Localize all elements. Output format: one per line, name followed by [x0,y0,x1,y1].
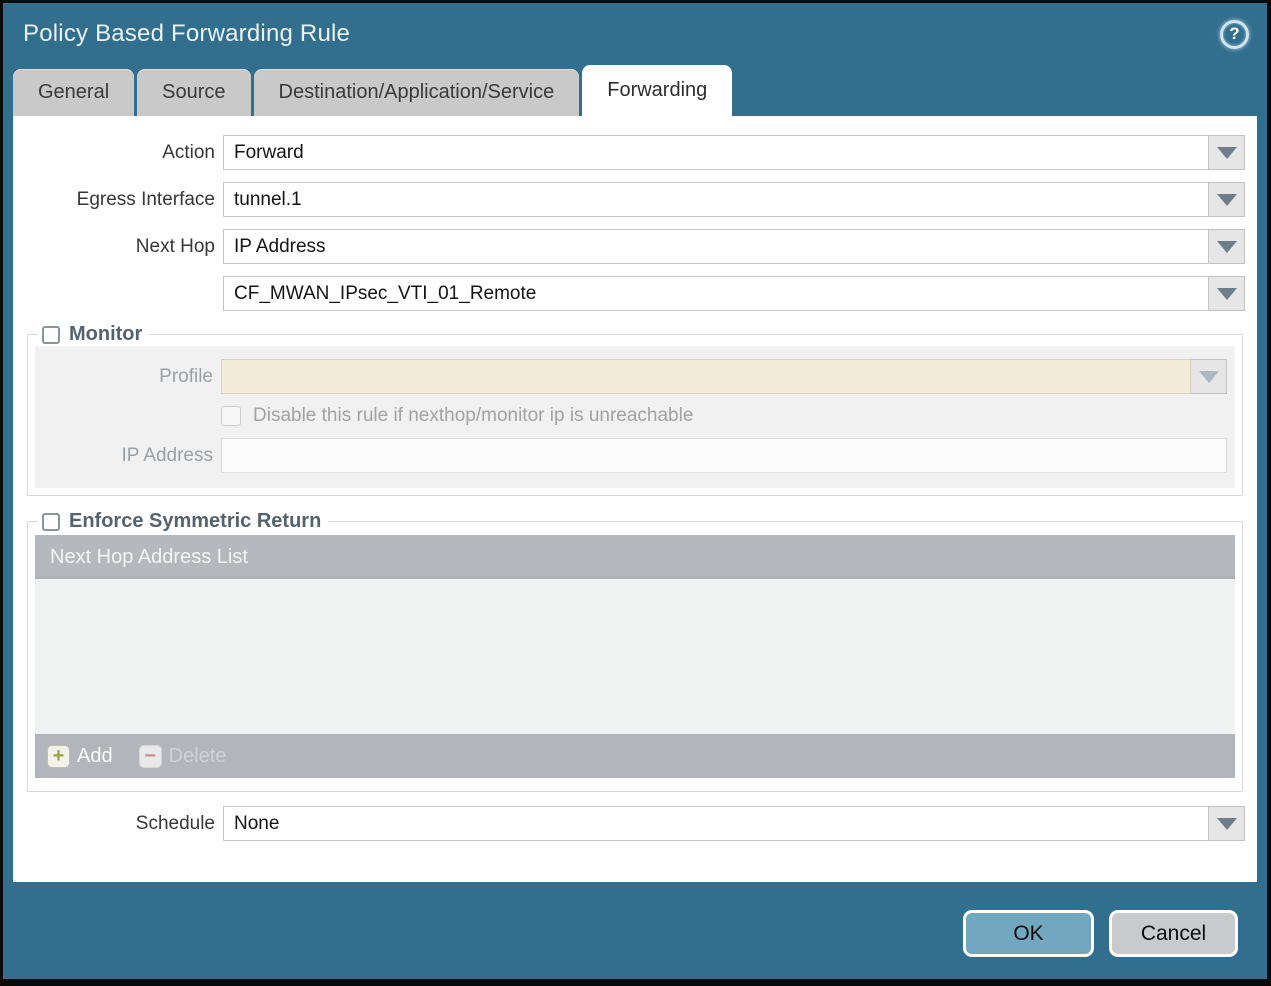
delete-button: − Delete [138,744,227,768]
cancel-button[interactable]: Cancel [1109,910,1238,957]
tab-destination-application-service[interactable]: Destination/Application/Service [253,69,580,116]
chevron-down-icon [1216,193,1237,206]
chevron-down-icon [1216,817,1237,830]
tab-source[interactable]: Source [137,69,251,116]
delete-button-label: Delete [168,744,227,767]
symmetric-return-checkbox[interactable] [42,512,60,531]
dialog-action-buttons: OK Cancel [963,910,1238,957]
monitor-legend: Monitor [38,323,149,346]
chevron-down-icon [1216,240,1237,253]
pbf-rule-dialog: Policy Based Forwarding Rule ? General S… [0,0,1271,986]
table-body-empty[interactable] [35,579,1235,734]
next-hop-address-input[interactable] [223,276,1209,311]
dialog-frame: Policy Based Forwarding Rule ? General S… [3,3,1267,979]
tab-general-label: General [38,81,110,103]
monitor-checkbox[interactable] [42,325,60,344]
next-hop-address-field [223,276,1245,311]
chevron-down-icon [1216,146,1237,159]
add-button[interactable]: + Add [47,744,113,768]
monitor-ip-address-label: IP Address [121,444,213,466]
title-bar: Policy Based Forwarding Rule ? [3,3,1267,65]
profile-dropdown-button [1191,359,1227,394]
next-hop-address-dropdown-button[interactable] [1209,276,1245,311]
tab-forwarding-label: Forwarding [607,79,708,101]
next-hop-field [223,229,1245,264]
tab-content-forwarding: Action Egress Interface Ne [13,116,1257,882]
action-row: Action [25,135,1245,170]
table-header-label: Next Hop Address List [50,545,248,568]
schedule-row: Schedule [25,806,1245,841]
profile-label: Profile [159,365,213,387]
monitor-ip-address-field [221,438,1227,473]
symmetric-return-legend: Enforce Symmetric Return [38,510,328,533]
next-hop-row: Next Hop [25,229,1245,264]
disable-rule-row: Disable this rule if nexthop/monitor ip … [221,405,1235,427]
monitor-ip-address-input [221,438,1227,473]
tab-das-label: Destination/Application/Service [278,81,555,103]
table-footer: + Add − Delete [35,734,1235,778]
tab-forwarding[interactable]: Forwarding [582,65,733,116]
ok-button[interactable]: OK [963,910,1094,957]
schedule-label: Schedule [135,812,215,834]
egress-interface-label: Egress Interface [76,188,215,210]
help-icon[interactable]: ? [1220,19,1249,49]
action-field [223,135,1245,170]
minus-icon: − [138,744,162,768]
tab-source-label: Source [162,81,226,103]
monitor-ip-address-row: IP Address [35,438,1235,473]
egress-interface-field [223,182,1245,217]
egress-interface-row: Egress Interface [25,182,1245,217]
next-hop-address-list-table: Next Hop Address List + Add − Delete [35,535,1235,778]
next-hop-type-input[interactable] [223,229,1209,264]
table-header: Next Hop Address List [35,535,1235,579]
next-hop-label: Next Hop [135,235,215,257]
tab-general[interactable]: General [13,69,135,116]
monitor-group: Monitor Profile Disable this rule if nex… [27,323,1243,496]
monitor-panel: Profile Disable this rule if nexthop/mon… [35,346,1235,488]
schedule-input[interactable] [223,806,1209,841]
next-hop-address-row [25,276,1245,311]
action-input[interactable] [223,135,1209,170]
disable-rule-checkbox [221,406,241,426]
symmetric-return-group: Enforce Symmetric Return Next Hop Addres… [27,510,1243,792]
action-dropdown-button[interactable] [1209,135,1245,170]
action-label: Action [162,141,215,163]
symmetric-return-group-title: Enforce Symmetric Return [69,510,322,532]
page-title: Policy Based Forwarding Rule [23,20,351,47]
disable-rule-label: Disable this rule if nexthop/monitor ip … [253,405,694,426]
profile-row: Profile [35,359,1235,394]
schedule-field [223,806,1245,841]
add-button-label: Add [77,744,113,767]
schedule-dropdown-button[interactable] [1209,806,1245,841]
egress-interface-input[interactable] [223,182,1209,217]
profile-field [221,359,1227,394]
tab-strip: General Source Destination/Application/S… [3,65,1267,116]
monitor-group-title: Monitor [69,323,143,345]
profile-input [221,359,1191,394]
chevron-down-icon [1216,287,1237,300]
next-hop-dropdown-button[interactable] [1209,229,1245,264]
chevron-down-icon [1198,370,1219,383]
egress-interface-dropdown-button[interactable] [1209,182,1245,217]
plus-icon: + [47,744,70,768]
